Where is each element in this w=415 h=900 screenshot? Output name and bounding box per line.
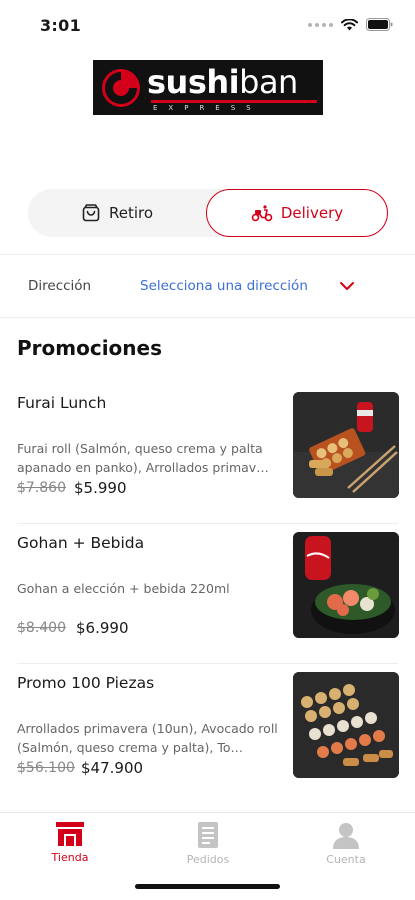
promo-item[interactable]: Promo 100 Piezas Arrollados primavera (1… (0, 664, 415, 804)
promo-old-price: $8.400 (17, 620, 66, 636)
section-title: Promociones (17, 336, 162, 360)
promo-price: $6.990 (76, 619, 129, 637)
status-bar: 3:01 (0, 0, 415, 50)
order-mode-toggle: Retiro Delivery (28, 189, 388, 237)
address-label: Dirección (28, 278, 92, 294)
poke-bowl-image (293, 532, 399, 638)
address-selector[interactable]: Dirección Selecciona una dirección (0, 254, 415, 318)
shopping-bag-icon (82, 204, 100, 222)
nav-label: Cuenta (326, 853, 366, 866)
pickup-button[interactable]: Retiro (28, 189, 206, 237)
promo-price: $47.900 (81, 759, 144, 777)
chevron-down-icon[interactable] (338, 279, 356, 293)
promo-item[interactable]: Gohan + Bebida Gohan a elección + bebida… (0, 524, 415, 664)
status-icons (308, 18, 393, 31)
battery-icon (366, 18, 393, 31)
brand-logo-text: sushiban (147, 63, 298, 101)
nav-label: Pedidos (186, 853, 230, 866)
wifi-icon (341, 18, 358, 30)
nav-label: Tienda (51, 851, 89, 864)
store-icon (56, 822, 84, 846)
promo-price: $5.990 (74, 479, 127, 497)
promo-image[interactable] (293, 532, 399, 638)
promo-description: Arrollados primavera (10un), Avocado rol… (17, 721, 278, 755)
delivery-button[interactable]: Delivery (206, 189, 388, 237)
promo-old-price: $56.100 (17, 760, 75, 776)
status-time: 3:01 (40, 16, 81, 35)
brand-logo-bar (151, 100, 317, 103)
receipt-icon (198, 822, 218, 848)
promo-old-price: $7.860 (17, 480, 66, 496)
nav-pedidos[interactable]: Pedidos (158, 821, 258, 866)
promo-item[interactable]: Furai Lunch Furai roll (Salmón, queso cr… (0, 384, 415, 524)
address-value[interactable]: Selecciona una dirección (140, 278, 308, 294)
pickup-label: Retiro (108, 204, 154, 222)
delivery-label: Delivery (280, 204, 344, 222)
promo-image[interactable] (293, 672, 399, 778)
signal-dots-icon (308, 22, 333, 27)
promo-name: Gohan + Bebida (17, 534, 145, 552)
promo-name: Promo 100 Piezas (17, 674, 155, 692)
person-icon (333, 823, 359, 849)
promo-description: Gohan a elección + bebida 220ml (17, 581, 230, 596)
promo-description: Furai roll (Salmón, queso crema y palta … (17, 441, 269, 475)
nav-tienda[interactable]: Tienda (20, 821, 120, 864)
promo-image[interactable] (293, 392, 399, 498)
nav-cuenta[interactable]: Cuenta (296, 821, 396, 866)
sushi-platter-image (293, 392, 399, 498)
brand-tagline: EXPRESS (153, 104, 262, 112)
brand-logo: sushiban EXPRESS (93, 60, 323, 115)
promo-name: Furai Lunch (17, 394, 107, 412)
sushi-assortment-image (293, 672, 399, 778)
scooter-icon (251, 205, 273, 222)
brand-logo-mark (102, 69, 140, 107)
home-indicator[interactable] (135, 884, 280, 889)
